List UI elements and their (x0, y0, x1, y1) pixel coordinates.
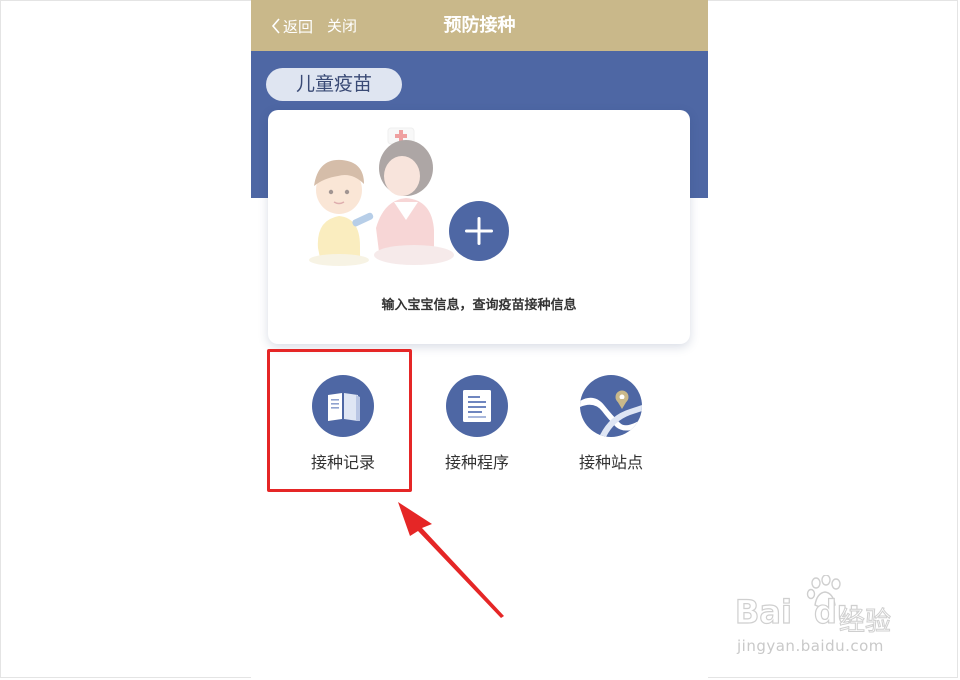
feature-label: 接种记录 (310, 453, 375, 472)
baidu-jingyan-watermark: Bai du 经验 jingyan.baidu.com (734, 575, 935, 665)
category-tab-child-vaccines[interactable]: 儿童疫苗 (266, 68, 402, 101)
vaccination-sites-button[interactable]: 接种站点 (556, 372, 666, 482)
watermark-url: jingyan.baidu.com (737, 637, 884, 655)
vaccination-schedule-button[interactable]: 接种程序 (422, 372, 532, 482)
document-list-icon (446, 375, 508, 437)
feature-grid: 接种记录 接种程序 接种站点 (251, 372, 708, 482)
book-icon (312, 375, 374, 437)
vaccination-records-button[interactable]: 接种记录 (288, 372, 398, 482)
add-baby-button[interactable] (449, 201, 509, 261)
feature-label: 接种程序 (444, 453, 509, 472)
phone-screen: 返回 关闭 预防接种 儿童疫苗 输入宝宝信息，查询疫苗接种信息 接种记录 接种程… (251, 0, 708, 680)
map-location-icon (580, 375, 642, 437)
navigation-bar: 返回 关闭 预防接种 (251, 0, 708, 51)
add-baby-card[interactable]: 输入宝宝信息，查询疫苗接种信息 (268, 110, 690, 344)
plus-icon (465, 217, 493, 245)
nurse-vaccinating-child-illustration (309, 127, 454, 266)
watermark-brand: Bai du (734, 592, 860, 631)
watermark-product: 经验 (838, 607, 892, 638)
paw-icon (806, 575, 841, 609)
feature-label: 接种站点 (578, 453, 643, 472)
add-baby-prompt: 输入宝宝信息，查询疫苗接种信息 (381, 298, 577, 313)
page-title: 预防接种 (443, 15, 516, 36)
